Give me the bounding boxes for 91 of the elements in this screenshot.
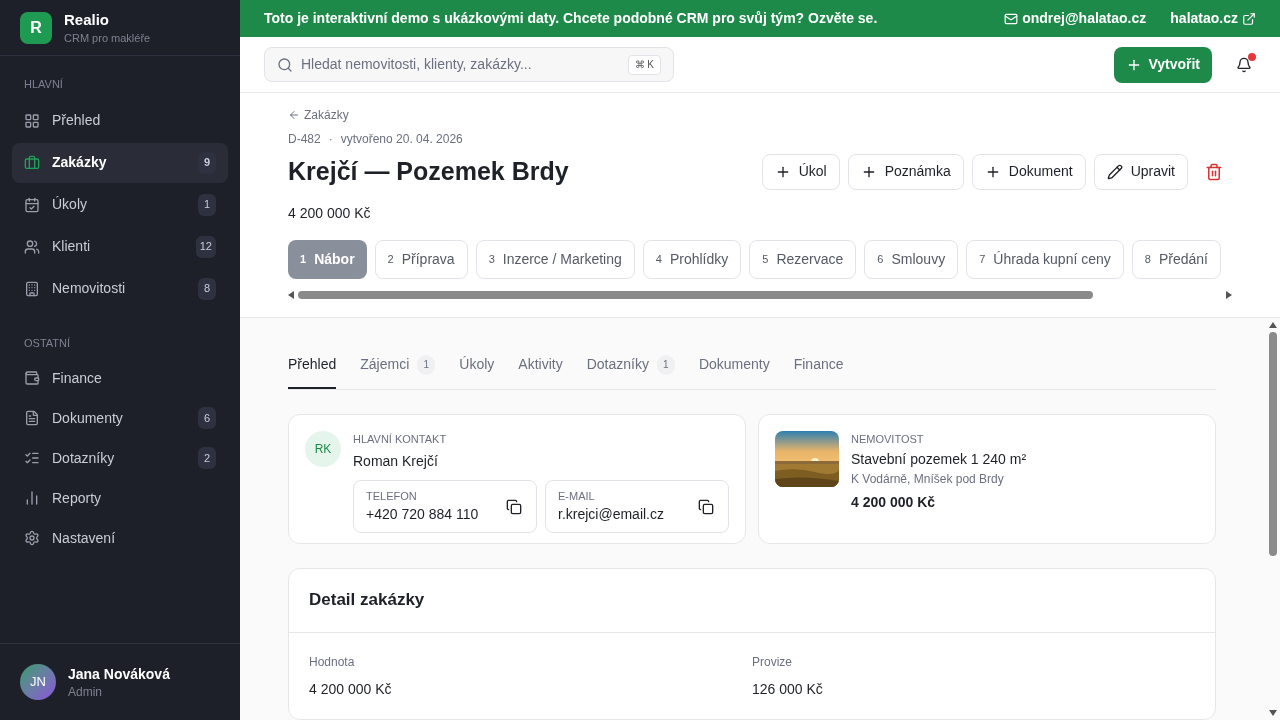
trash-icon — [1205, 162, 1223, 181]
nav-item[interactable]: Zakázky 9 — [12, 142, 228, 183]
wallet-icon — [24, 370, 40, 386]
detail-label: Hodnota — [309, 653, 356, 671]
pencil-icon — [1106, 163, 1123, 180]
search-field[interactable]: Hledat nemovitosti, klienty, zakázky... ⌘ K — [264, 47, 674, 82]
website-link[interactable]: halatao.cz — [1170, 8, 1256, 29]
tab[interactable]: Finance — [793, 342, 844, 389]
property-address: K Vodárně, Mníšek pod Brdy — [851, 471, 1005, 488]
nav-item[interactable]: Reporty — [12, 479, 228, 517]
property-price: 4 200 000 Kč — [851, 493, 937, 512]
stage-step[interactable]: 5 Rezervace — [749, 239, 857, 279]
created-date: vytvořeno 20. 04. 2026 — [340, 131, 463, 148]
building-icon — [24, 280, 40, 297]
back-link[interactable]: Zakázky — [288, 105, 1232, 125]
back-arrow-icon — [288, 109, 300, 121]
separator: · — [328, 131, 333, 148]
section-heading: OSTATNÍ — [23, 335, 72, 351]
nav-item[interactable]: Nemovitosti 8 — [12, 268, 228, 309]
count-badge: 8 — [198, 277, 216, 300]
grid-icon — [24, 112, 40, 129]
calendar-icon — [24, 196, 40, 213]
brand-subtitle: CRM pro makléře — [64, 30, 151, 46]
email-link[interactable]: ondrej@halatao.cz — [1004, 8, 1147, 29]
field-value: r.krejci@email.cz — [558, 505, 665, 525]
deal-id: D-482 — [288, 131, 321, 148]
tab[interactable]: Dokumenty — [698, 342, 770, 389]
copy-icon — [698, 498, 714, 515]
logo: R — [20, 11, 52, 44]
deal-title: Krejčí — Pozemek Brdy — [288, 156, 570, 187]
field-label: E-MAIL — [558, 488, 596, 504]
detail-value: 126 000 Kč — [752, 679, 824, 699]
document-icon — [24, 410, 40, 426]
brand-name: Realio — [64, 9, 110, 30]
create-button[interactable]: Vytvořit — [1114, 46, 1212, 83]
mail-icon — [1004, 11, 1019, 26]
property-heading: NEMOVITOST — [851, 431, 925, 447]
tab[interactable]: Přehled — [288, 342, 337, 389]
contact-name: Roman Krejčí — [353, 452, 439, 471]
count-badge: 2 — [198, 447, 216, 469]
count-badge: 1 — [198, 193, 216, 216]
deal-price: 4 200 000 Kč — [288, 203, 372, 223]
checklist-icon — [24, 450, 40, 466]
stage-step[interactable]: 7 Úhrada kupní ceny — [966, 239, 1124, 279]
tab[interactable]: Aktivity — [518, 342, 563, 389]
users-icon — [24, 238, 40, 255]
action-button[interactable]: Úkol — [761, 153, 840, 190]
stage-step[interactable]: 2 Příprava — [374, 239, 468, 279]
banner-text: Toto je interaktivní demo s ukázkovými daty. Chcete podobné CRM pro svůj tým? Ozvěte se. — [264, 9, 879, 28]
stage-step[interactable]: 4 Prohlídky — [642, 239, 742, 279]
action-button[interactable]: Upravit — [1093, 153, 1188, 190]
section-heading: HLAVNÍ — [23, 77, 64, 92]
stage-step[interactable]: 3 Inzerce / Marketing — [475, 239, 635, 279]
nav-item[interactable]: Finance — [12, 359, 228, 397]
nav-item[interactable]: Přehled — [12, 100, 228, 141]
field-value: +420 720 884 110 — [366, 505, 480, 525]
contact-heading: HLAVNÍ KONTAKT — [353, 431, 448, 447]
copy-icon — [506, 498, 522, 515]
search-icon — [277, 56, 293, 73]
nav-item[interactable]: Dokumenty 6 — [12, 399, 228, 437]
user-avatar: JN — [20, 664, 56, 700]
briefcase-icon — [24, 154, 40, 171]
settings-icon — [24, 530, 40, 546]
nav-item[interactable]: Nastavení — [12, 519, 228, 557]
detail-value: 4 200 000 Kč — [309, 679, 393, 699]
tab[interactable]: Úkoly — [459, 342, 495, 389]
nav-item[interactable]: Klienti 12 — [12, 226, 228, 267]
stage-step[interactable]: 6 Smlouvy — [864, 239, 959, 279]
detail-title: Detail zakázky — [309, 589, 425, 612]
tab[interactable]: Dotazníky 1 — [586, 342, 675, 389]
nav-item[interactable]: Úkoly 1 — [12, 184, 228, 225]
action-button[interactable]: Poznámka — [847, 153, 964, 190]
user-name: Jana Nováková — [68, 665, 170, 684]
search-input[interactable]: Hledat nemovitosti, klienty, zakázky... — [301, 54, 620, 75]
tab[interactable]: Zájemci 1 — [360, 342, 436, 389]
contact-avatar: RK — [305, 430, 341, 467]
count-badge: 9 — [198, 151, 216, 174]
property-title: Stavební pozemek 1 240 m² — [851, 450, 1027, 469]
bell-icon — [1236, 56, 1252, 73]
external-link-icon — [1242, 11, 1256, 26]
shortcut-hint: ⌘ K — [627, 54, 661, 75]
field-label: TELEFON — [366, 488, 418, 504]
bar-chart-icon — [24, 490, 40, 506]
user-role: Admin — [68, 684, 103, 700]
horizontal-scrollbar[interactable] — [288, 290, 1232, 299]
stage-step[interactable]: 8 Předání — [1131, 239, 1221, 279]
count-badge: 6 — [198, 407, 216, 429]
nav-item[interactable]: Dotazníky 2 — [12, 439, 228, 477]
detail-label: Provize — [752, 653, 793, 671]
action-button[interactable]: Dokument — [971, 153, 1086, 190]
count-badge: 12 — [195, 235, 216, 258]
